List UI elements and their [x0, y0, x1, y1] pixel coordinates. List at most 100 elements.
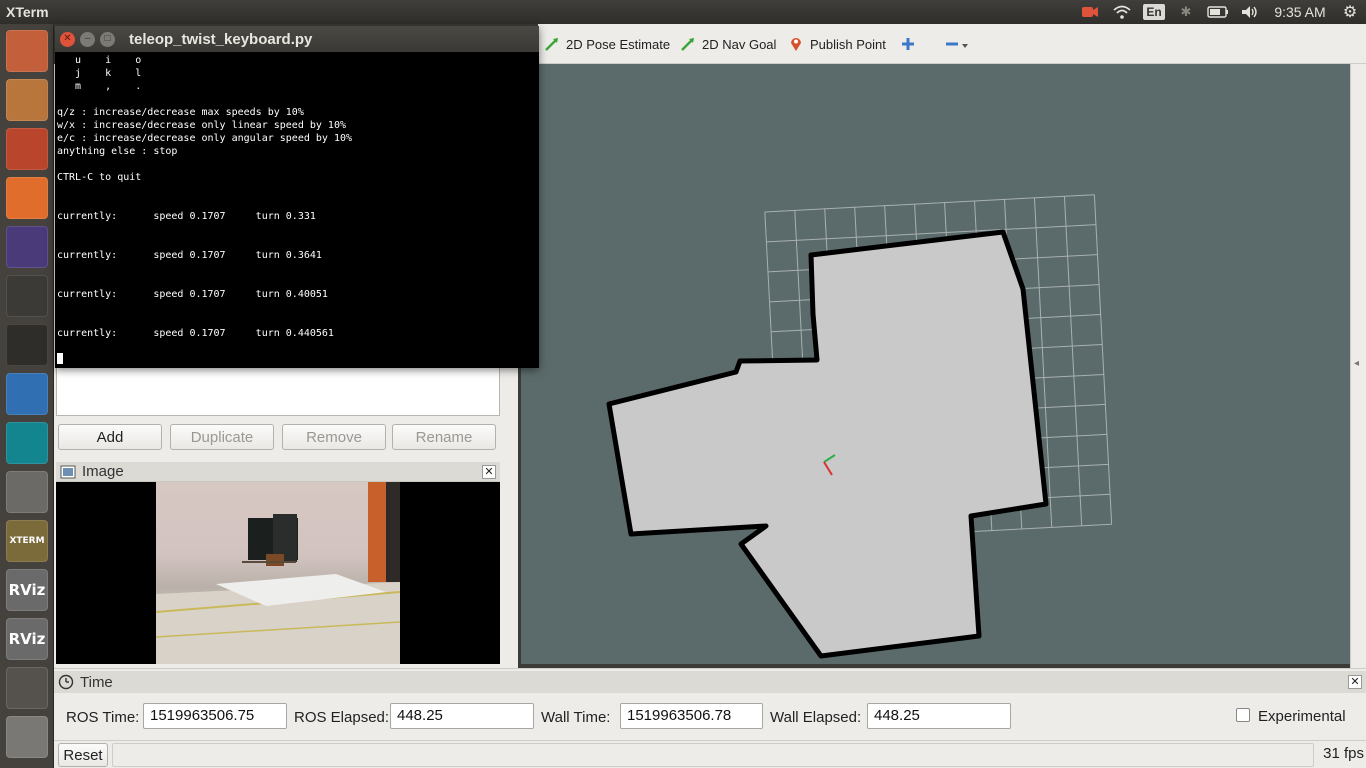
rviz-render-view[interactable] — [521, 64, 1350, 664]
camera-image-view — [56, 482, 500, 664]
eclipse-icon[interactable] — [6, 226, 48, 268]
occupancy-map — [606, 194, 1113, 659]
terminal-line: currently: speed 0.1707 turn 0.40051 — [57, 289, 328, 300]
wall-time-label: Wall Time: — [541, 709, 611, 726]
rviz-icon-2[interactable]: RViz — [6, 618, 48, 660]
terminal-line: currently: speed 0.1707 turn 0.440561 — [57, 328, 334, 339]
experimental-label: Experimental — [1258, 708, 1346, 725]
wall-time-field[interactable]: 1519963506.78 — [620, 703, 763, 729]
right-scrollbar[interactable]: ◂ — [1350, 64, 1366, 668]
remove-tool-button[interactable] — [944, 34, 970, 54]
disk-drive-icon[interactable] — [6, 716, 48, 758]
wall-elapsed-label: Wall Elapsed: — [770, 709, 862, 726]
clock-icon — [58, 674, 74, 690]
xterm-icon[interactable]: XTERM — [6, 520, 48, 562]
status-bar: Reset 31 fps — [54, 740, 1366, 768]
wall-elapsed-field[interactable]: 448.25 — [867, 703, 1011, 729]
collapse-arrow-icon[interactable]: ◂ — [1354, 358, 1359, 369]
add-tool-button[interactable] — [900, 34, 916, 54]
reset-button[interactable]: Reset — [58, 743, 108, 767]
terminal-line: q/z : increase/decrease max speeds by 10… — [57, 107, 304, 118]
close-icon[interactable]: ✕ — [1348, 675, 1362, 689]
image-icon — [60, 465, 76, 478]
workspace-switcher-icon[interactable] — [6, 667, 48, 709]
top-panel: XTerm En ✱ 9:35 AM ⚙ — [0, 0, 1366, 24]
terminal-cursor-line — [57, 352, 537, 365]
ros-time-field[interactable]: 1519963506.75 — [143, 703, 287, 729]
rviz-icon-2-label: RViz — [8, 630, 46, 648]
xterm-titlebar[interactable]: ✕ – □ teleop_twist_keyboard.py — [55, 26, 539, 52]
app-title: XTerm — [6, 4, 49, 20]
remove-display-button[interactable]: Remove — [282, 424, 386, 450]
launcher: XTERM RViz RViz — [0, 24, 54, 768]
chromium-icon[interactable] — [6, 373, 48, 415]
close-icon[interactable]: ✕ — [482, 465, 496, 479]
rviz-icon[interactable]: RViz — [6, 569, 48, 611]
ros-elapsed-label: ROS Elapsed: — [294, 709, 390, 726]
xterm-window[interactable]: ✕ – □ teleop_twist_keyboard.py u i o j k… — [55, 26, 539, 368]
rviz-icon-label: RViz — [8, 581, 46, 599]
terminal-line: anything else : stop — [57, 146, 178, 157]
image-panel-title: Image — [82, 463, 124, 480]
terminal-cursor — [57, 352, 63, 364]
camera-icon[interactable] — [1074, 0, 1106, 24]
ubuntu-dash-icon[interactable] — [6, 30, 48, 72]
terminal-output[interactable]: u i o j k l m , . q/z : increase/decrease… — [57, 54, 537, 366]
terminal-line: w/x : increase/decrease only linear spee… — [57, 120, 346, 131]
battery-icon[interactable] — [1202, 0, 1234, 24]
grid-line — [764, 194, 1095, 213]
minus-dropdown-icon — [946, 42, 968, 48]
indicator-area: En ✱ 9:35 AM ⚙ — [1074, 0, 1366, 24]
experimental-checkbox[interactable] — [1236, 708, 1250, 722]
keyboard-lang-icon[interactable]: En — [1138, 0, 1170, 24]
software-center-icon[interactable] — [6, 177, 48, 219]
terminal-line: e/c : increase/decrease only angular spe… — [57, 133, 353, 144]
files-icon[interactable] — [6, 79, 48, 121]
pose-estimate-tool[interactable]: 2D Pose Estimate — [544, 34, 670, 54]
fps-readout: 31 fps — [1323, 745, 1364, 762]
status-field — [112, 743, 1314, 767]
map-free-space — [606, 229, 1049, 659]
terminal-icon[interactable] — [6, 324, 48, 366]
rviz-toolbar: 2D Pose Estimate 2D Nav Goal Publish Poi… — [538, 24, 1366, 64]
publish-point-tool[interactable]: Publish Point — [788, 34, 886, 54]
arduino-icon[interactable] — [6, 422, 48, 464]
nav-goal-tool[interactable]: 2D Nav Goal — [680, 34, 776, 54]
xterm-title: teleop_twist_keyboard.py — [129, 30, 313, 48]
ros-elapsed-field[interactable]: 448.25 — [390, 703, 534, 729]
add-display-button[interactable]: Add — [58, 424, 162, 450]
terminal-line: m , . — [57, 81, 142, 92]
duplicate-display-button[interactable]: Duplicate — [170, 424, 274, 450]
publish-point-label: Publish Point — [810, 36, 886, 52]
text-editor-icon[interactable] — [6, 471, 48, 513]
time-panel-header: Time ✕ — [54, 671, 1366, 693]
terminal-line: j k l — [57, 68, 142, 79]
system-settings-icon[interactable] — [6, 128, 48, 170]
terminal-line: u i o — [57, 55, 142, 66]
grid-line — [1063, 196, 1083, 526]
camera-frame — [156, 482, 400, 664]
xterm-icon-label: XTERM — [9, 536, 45, 546]
nav-goal-label: 2D Nav Goal — [702, 36, 777, 52]
clock[interactable]: 9:35 AM — [1266, 0, 1334, 24]
sublime-text-icon[interactable] — [6, 275, 48, 317]
rename-display-button[interactable]: Rename — [392, 424, 496, 450]
bluetooth-icon[interactable]: ✱ — [1170, 0, 1202, 24]
time-panel-title: Time — [80, 673, 113, 691]
maximize-icon[interactable]: □ — [100, 31, 115, 47]
close-icon[interactable]: ✕ — [60, 31, 75, 47]
green-arrow-icon — [681, 38, 694, 51]
minimize-icon[interactable]: – — [80, 31, 95, 47]
pose-estimate-label: 2D Pose Estimate — [566, 36, 671, 52]
terminal-line: currently: speed 0.1707 turn 0.331 — [57, 211, 316, 222]
gear-icon[interactable]: ⚙ — [1334, 0, 1366, 24]
terminal-line: currently: speed 0.1707 turn 0.3641 — [57, 250, 322, 261]
wifi-icon[interactable] — [1106, 0, 1138, 24]
volume-icon[interactable] — [1234, 0, 1266, 24]
